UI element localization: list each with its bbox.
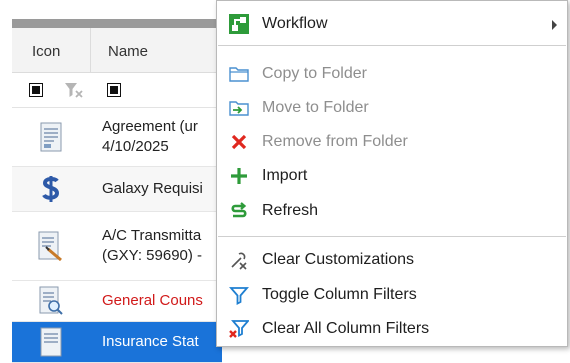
row-name-line2: 4/10/2025	[102, 138, 169, 155]
row-name-line1: A/C Transmitta	[102, 227, 202, 244]
table-row[interactable]: Galaxy Requisi	[12, 167, 222, 212]
row-name-line1: General Couns	[102, 292, 203, 309]
filter-checkbox-icon[interactable]	[29, 83, 43, 97]
table-row[interactable]: A/C Transmitta (GXY: 59690) -	[12, 212, 222, 281]
menu-item-remove-from-folder[interactable]: Remove from Folder	[217, 125, 567, 159]
filter-row	[12, 73, 222, 108]
menu-item-label: Import	[262, 167, 308, 184]
column-divider[interactable]	[90, 28, 91, 72]
document-search-icon	[39, 286, 63, 315]
workflow-icon	[229, 14, 249, 34]
context-menu: Workflow Copy to Folder Move to Folder R…	[216, 0, 568, 347]
menu-item-label: Workflow	[262, 15, 328, 32]
filter-icon	[229, 287, 249, 305]
clear-filter-icon[interactable]	[64, 81, 84, 99]
menu-item-label: Move to Folder	[262, 99, 369, 116]
menu-item-import[interactable]: Import	[217, 159, 567, 193]
menu-item-workflow[interactable]: Workflow	[217, 7, 567, 41]
menu-item-label: Toggle Column Filters	[262, 286, 417, 303]
row-name-line2: (GXY: 59690) -	[102, 247, 203, 264]
menu-item-label: Clear All Column Filters	[262, 320, 430, 337]
menu-item-label: Refresh	[262, 202, 319, 219]
table-row-selected[interactable]: Insurance Stat	[12, 322, 222, 363]
table-row[interactable]: Agreement (ur 4/10/2025	[12, 108, 222, 167]
dollar-icon	[42, 176, 60, 202]
menu-item-copy-to-folder[interactable]: Copy to Folder	[217, 57, 567, 91]
clear-filter-icon	[229, 320, 249, 338]
menu-separator	[218, 236, 566, 237]
table-row[interactable]: General Couns	[12, 281, 222, 322]
submenu-arrow-icon	[552, 20, 557, 30]
menu-item-refresh[interactable]: Refresh	[217, 194, 567, 228]
row-name-line1: Agreement (ur	[102, 118, 198, 135]
document-pen-icon	[38, 231, 62, 261]
row-name-line1: Insurance Stat	[102, 333, 199, 350]
plus-icon	[231, 168, 247, 184]
remove-x-icon	[231, 134, 247, 150]
document-icon	[40, 327, 62, 357]
row-name-line1: Galaxy Requisi	[102, 180, 203, 197]
menu-item-toggle-column-filters[interactable]: Toggle Column Filters	[217, 278, 567, 312]
menu-item-label: Remove from Folder	[262, 133, 408, 150]
menu-item-clear-customizations[interactable]: Clear Customizations	[217, 243, 567, 277]
grid-header: Icon Name	[12, 28, 222, 73]
menu-item-label: Clear Customizations	[262, 251, 415, 268]
menu-item-move-to-folder[interactable]: Move to Folder	[217, 91, 567, 125]
clear-customizations-icon	[231, 252, 247, 270]
grid-title-bar	[12, 19, 222, 28]
column-header-icon[interactable]: Icon	[32, 43, 60, 60]
refresh-icon	[231, 202, 247, 218]
move-folder-icon	[229, 101, 249, 116]
menu-item-clear-all-column-filters[interactable]: Clear All Column Filters	[217, 312, 567, 346]
menu-item-label: Copy to Folder	[262, 65, 367, 82]
column-header-name[interactable]: Name	[108, 43, 148, 60]
copy-folder-icon	[229, 67, 249, 82]
filter-name-checkbox[interactable]	[107, 83, 121, 97]
menu-separator	[218, 45, 566, 46]
document-icon	[40, 122, 62, 152]
